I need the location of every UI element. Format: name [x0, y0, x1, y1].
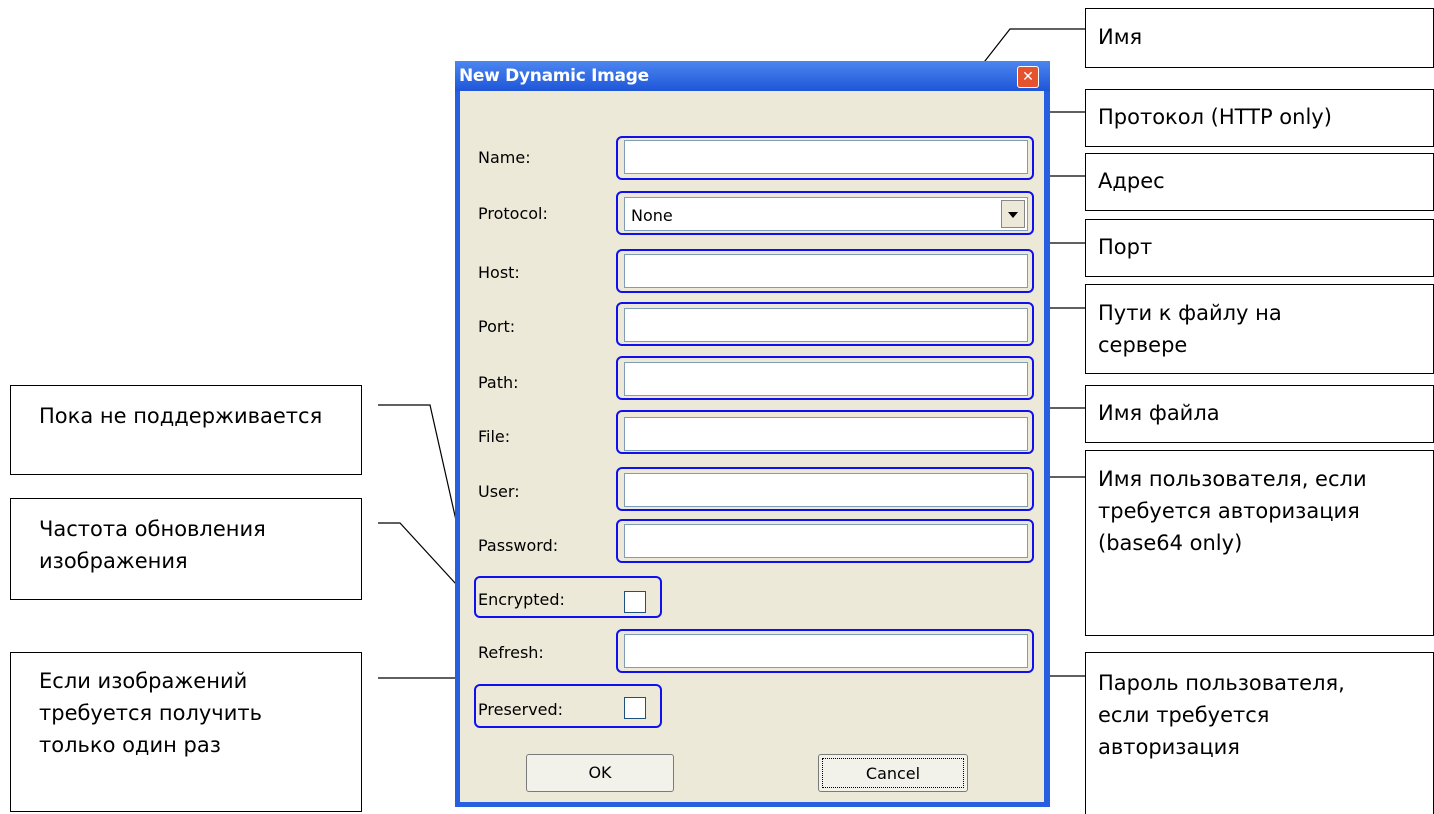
annotation-host: Адрес [1085, 153, 1434, 211]
protocol-label: Protocol: [478, 204, 548, 223]
annotation-user: Имя пользователя, если требуется авториз… [1085, 450, 1434, 636]
new-dynamic-image-dialog: New Dynamic Image ✕ Name: Protocol: None… [455, 61, 1050, 807]
annotation-name: Имя [1085, 8, 1434, 68]
annotation-refresh: Частота обновления изображения [10, 498, 362, 600]
protocol-highlight [616, 191, 1034, 235]
name-label: Name: [478, 148, 531, 167]
annotation-file: Имя файла [1085, 385, 1434, 443]
preserved-highlight [474, 684, 662, 728]
annotation-protocol: Протокол (HTTP only) [1085, 89, 1434, 147]
refresh-highlight [616, 629, 1034, 673]
annotation-preserved: Если изображений требуется получить толь… [10, 652, 362, 812]
host-highlight [616, 249, 1034, 293]
path-highlight [616, 356, 1034, 400]
refresh-label: Refresh: [478, 643, 544, 662]
file-highlight [616, 410, 1034, 454]
dialog-body: Name: Protocol: None Host: Port: Path: F… [460, 91, 1044, 802]
cancel-button[interactable]: Cancel [818, 754, 968, 792]
annotation-password: Пароль пользователя, если требуется авто… [1085, 652, 1434, 814]
file-label: File: [478, 427, 511, 446]
title-bar: New Dynamic Image ✕ [455, 61, 1050, 91]
port-highlight [616, 302, 1034, 346]
host-label: Host: [478, 263, 520, 282]
ok-button[interactable]: OK [526, 754, 674, 792]
encrypted-highlight [474, 576, 662, 618]
annotation-port: Порт [1085, 219, 1434, 277]
dialog-title: New Dynamic Image [459, 66, 649, 86]
password-label: Password: [478, 536, 559, 555]
path-label: Path: [478, 373, 519, 392]
annotation-path: Пути к файлу на сервере [1085, 284, 1434, 374]
annotation-encrypted: Пока не поддерживается [10, 385, 362, 475]
port-label: Port: [478, 317, 516, 336]
name-highlight [616, 136, 1034, 180]
cancel-button-label: Cancel [822, 758, 964, 788]
line-encrypted [378, 404, 461, 539]
close-icon[interactable]: ✕ [1017, 66, 1039, 88]
user-label: User: [478, 482, 520, 501]
password-highlight [616, 519, 1034, 563]
user-highlight [616, 467, 1034, 511]
